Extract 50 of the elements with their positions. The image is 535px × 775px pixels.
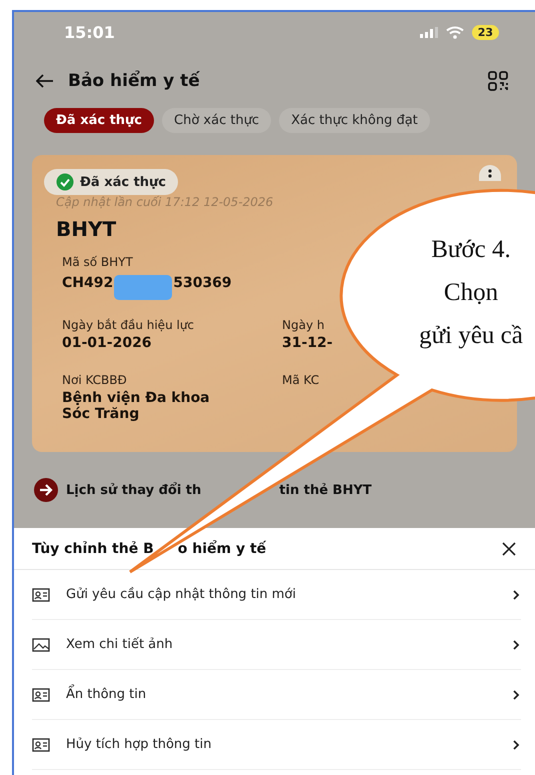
chevron-right-icon [511, 738, 521, 750]
status-tab[interactable]: Chờ xác thực [162, 108, 272, 133]
status-tab[interactable]: Xác thực không đạt [279, 108, 430, 133]
menu-item[interactable]: Xem chi tiết ảnh [32, 620, 521, 670]
chevron-right-icon [511, 688, 521, 700]
field-label: Mã KC [282, 373, 320, 387]
menu-item-label: Hủy tích hợp thông tin [66, 737, 213, 752]
id-card-icon [32, 688, 50, 702]
back-arrow-icon[interactable] [36, 74, 54, 88]
page-title: Bảo hiểm y tế [68, 71, 201, 91]
check-circle-icon [56, 173, 74, 191]
redaction-mark [114, 275, 172, 300]
field-label: Ngày h [282, 318, 326, 332]
history-link[interactable]: tin thẻ BHYT [279, 482, 372, 498]
card-title: BHYT [56, 217, 118, 241]
callout-text: gửi yêu cầ [419, 321, 523, 351]
status-tab[interactable]: Đã xác thực [44, 108, 154, 133]
field-value: Bệnh viện Đa khoa Sóc Trăng [62, 390, 211, 422]
callout-text: Chọn [444, 278, 498, 308]
menu-item-label: Gửi yêu cầu cập nhật thông tin mới [66, 587, 298, 602]
sheet-title: Tùy chỉnh thẻ B [32, 540, 154, 556]
last-updated: Cập nhật lần cuối 17:12 12-05-2026 [56, 195, 274, 209]
menu-item-label: Xem chi tiết ảnh [66, 637, 174, 652]
battery-level: 23 [472, 24, 499, 40]
signal-icon [420, 26, 438, 38]
menu-item[interactable]: Hủy tích hợp thông tin [32, 720, 521, 770]
badge-text: Đã xác thực [80, 174, 166, 190]
id-card-icon [32, 588, 50, 602]
field-value: 01-01-2026 [62, 335, 152, 351]
field-value: CH492 [62, 275, 114, 291]
field-label: Ngày bắt đầu hiệu lực [62, 318, 196, 332]
close-icon[interactable] [501, 540, 517, 556]
menu-item[interactable]: Gửi yêu cầu cập nhật thông tin mới [32, 570, 521, 620]
field-value: 530369 [173, 275, 232, 291]
arrow-circle-icon[interactable] [34, 478, 58, 502]
history-link[interactable]: Lịch sử thay đổi th [66, 482, 202, 498]
field-label: Mã số BHYT [62, 255, 134, 269]
chevron-right-icon [511, 588, 521, 600]
menu-item[interactable]: Ẩn thông tin [32, 670, 521, 720]
image-icon [32, 638, 50, 652]
more-icon[interactable] [479, 165, 501, 181]
field-value: 31-12- [282, 335, 333, 351]
status-time: 15:01 [64, 22, 115, 42]
callout-text: Bước 4. [431, 235, 511, 265]
id-card-icon [32, 738, 50, 752]
field-label: Nơi KCBBĐ [62, 373, 128, 387]
wifi-icon [446, 26, 464, 38]
qr-code-icon[interactable] [487, 70, 509, 92]
chevron-right-icon [511, 638, 521, 650]
sheet-title: o hiểm y tế [178, 540, 268, 556]
